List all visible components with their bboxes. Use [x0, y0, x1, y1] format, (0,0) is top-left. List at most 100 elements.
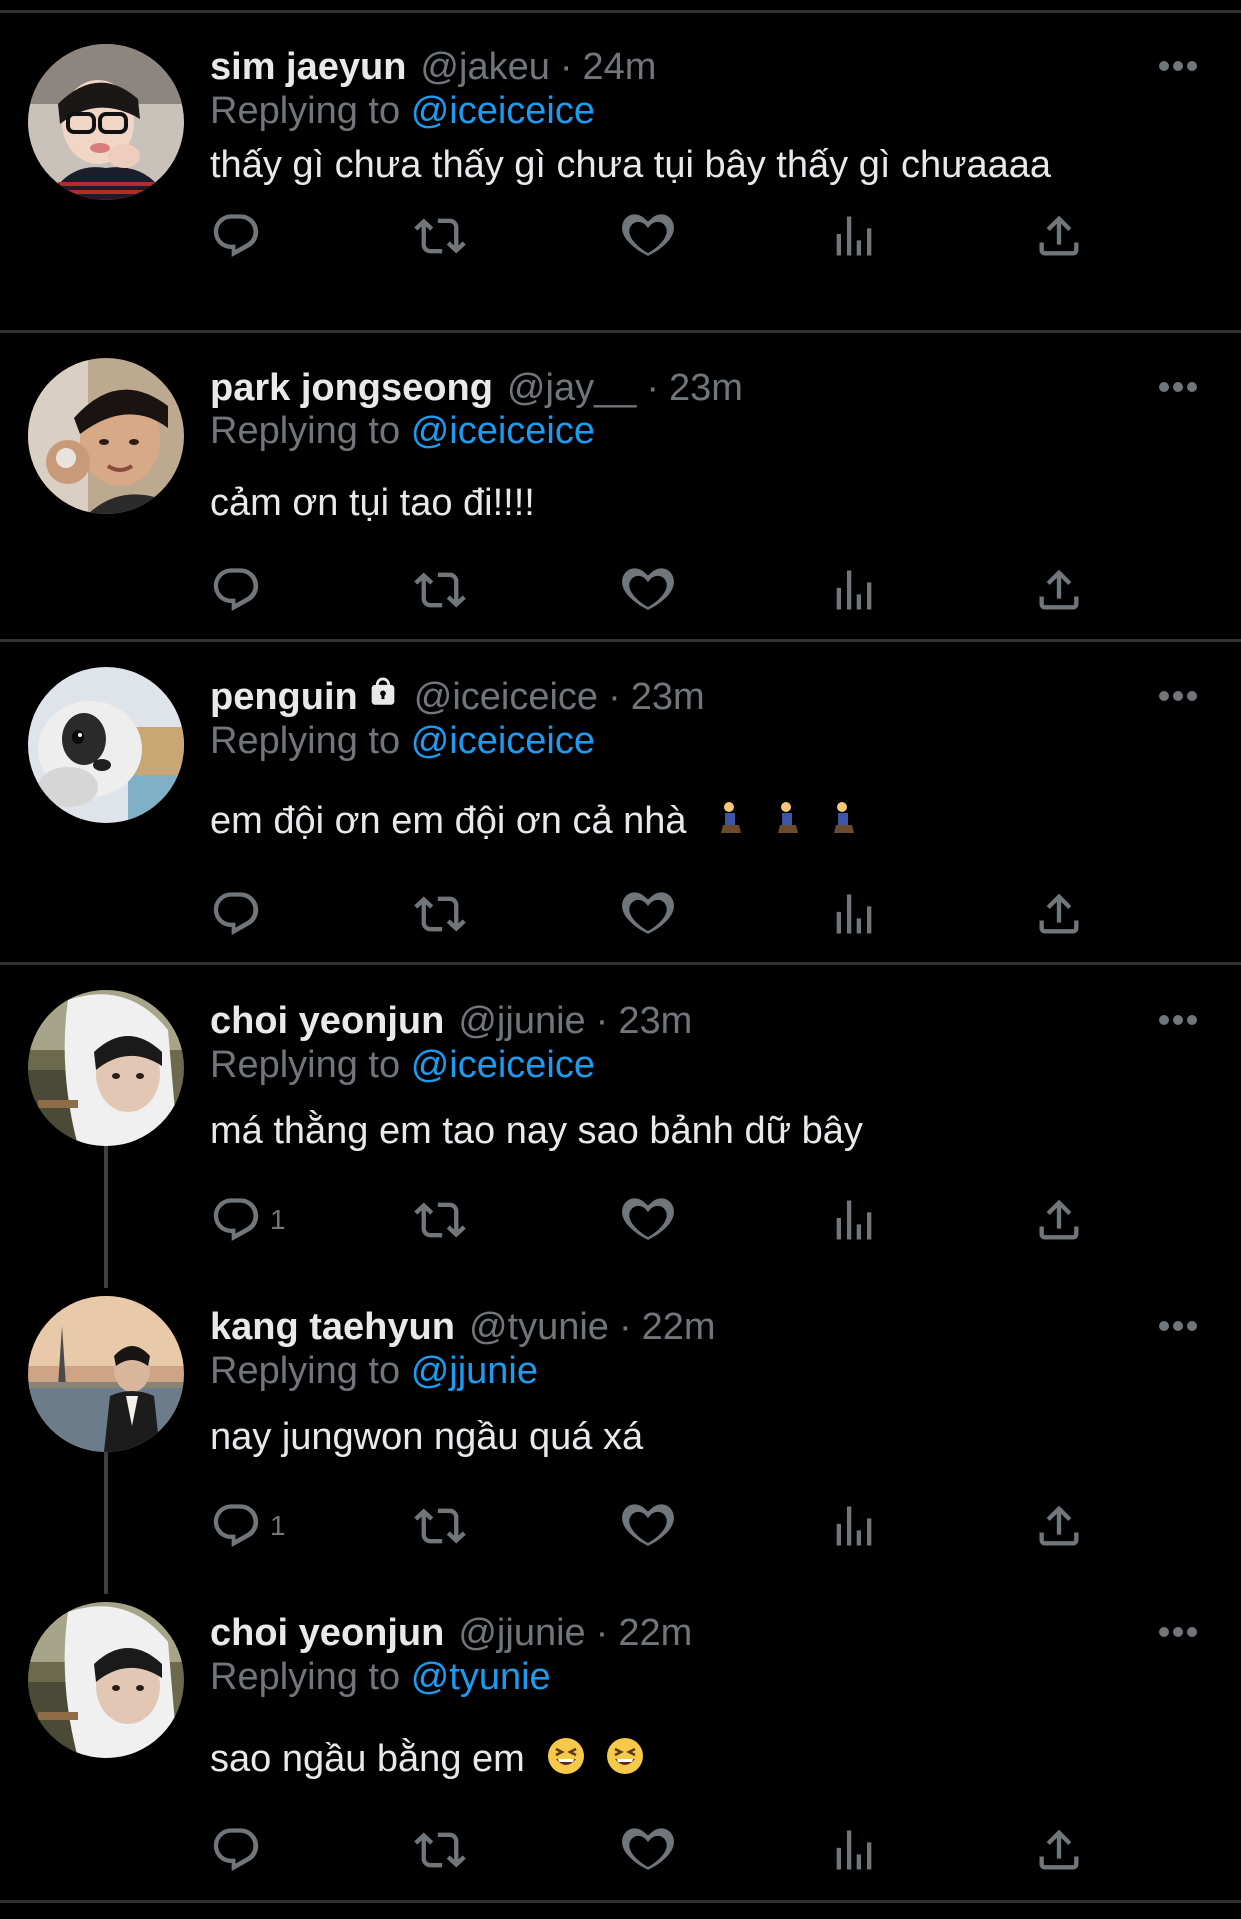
more-icon[interactable] [1156, 1318, 1200, 1334]
user-handle[interactable]: @jjunie [458, 1612, 585, 1655]
reply-button[interactable] [210, 562, 270, 618]
user-handle[interactable]: @iceiceice [414, 676, 598, 719]
mention-link[interactable]: @tyunie [411, 1656, 551, 1698]
share-button[interactable] [1033, 562, 1085, 618]
reply-button[interactable]: 1 [210, 1498, 286, 1554]
tweet-header: sim jaeyun @jakeu · 24m [210, 43, 656, 91]
like-button[interactable] [622, 1498, 674, 1554]
avatar[interactable] [28, 1296, 184, 1452]
laughing-face-emoji [606, 1737, 644, 1785]
share-icon [1033, 1194, 1085, 1246]
like-icon [622, 1194, 674, 1246]
avatar[interactable] [28, 44, 184, 200]
reply-icon [210, 1194, 262, 1246]
retweet-icon [414, 1824, 466, 1876]
like-button[interactable] [622, 208, 674, 264]
reply-count: 1 [270, 1510, 286, 1541]
more-icon[interactable] [1156, 379, 1200, 395]
views-button[interactable] [828, 1498, 880, 1554]
display-name[interactable]: kang taehyun [210, 1306, 455, 1349]
tweet-header: choi yeonjun @jjunie · 22m [210, 1609, 692, 1657]
replying-to: Replying to @jjunie [210, 1350, 538, 1393]
more-icon[interactable] [1156, 1012, 1200, 1028]
replying-to-label: Replying to [210, 90, 401, 132]
retweet-icon [414, 888, 466, 940]
retweet-button[interactable] [414, 208, 466, 264]
like-icon [622, 210, 674, 262]
more-icon[interactable] [1156, 688, 1200, 704]
like-button[interactable] [622, 562, 674, 618]
display-name[interactable]: penguin [210, 676, 358, 719]
display-name[interactable]: sim jaeyun [210, 46, 406, 89]
user-handle[interactable]: @jjunie [458, 1000, 585, 1043]
mention-link[interactable]: @iceiceice [411, 720, 595, 762]
views-icon [828, 210, 880, 262]
reply-button[interactable] [210, 1822, 270, 1878]
user-handle[interactable]: @jakeu [420, 46, 549, 89]
share-button[interactable] [1033, 886, 1085, 942]
views-button[interactable] [828, 886, 880, 942]
mention-link[interactable]: @iceiceice [411, 1044, 595, 1086]
reply-button[interactable]: 1 [210, 1192, 286, 1248]
display-name[interactable]: choi yeonjun [210, 1612, 444, 1655]
like-button[interactable] [622, 1192, 674, 1248]
retweet-icon [414, 1500, 466, 1552]
display-name[interactable]: park jongseong [210, 367, 493, 410]
share-button[interactable] [1033, 1822, 1085, 1878]
views-button[interactable] [828, 1192, 880, 1248]
more-icon[interactable] [1156, 1624, 1200, 1640]
action-bar [0, 886, 1241, 946]
share-button[interactable] [1033, 208, 1085, 264]
retweet-button[interactable] [414, 886, 466, 942]
reply-icon [210, 1500, 262, 1552]
timestamp[interactable]: 22m [642, 1306, 716, 1349]
tweet-divider [0, 962, 1241, 965]
timestamp[interactable]: 22m [618, 1612, 692, 1655]
mention-link[interactable]: @jjunie [411, 1350, 538, 1392]
retweet-button[interactable] [414, 1822, 466, 1878]
replying-to: Replying to @iceiceice [210, 90, 595, 133]
avatar[interactable] [28, 1602, 184, 1758]
like-button[interactable] [622, 1822, 674, 1878]
retweet-icon [414, 210, 466, 262]
views-button[interactable] [828, 1822, 880, 1878]
mention-link[interactable]: @iceiceice [411, 410, 595, 452]
timestamp[interactable]: 23m [631, 676, 705, 719]
replying-to: Replying to @iceiceice [210, 1044, 595, 1087]
reply-button[interactable] [210, 886, 270, 942]
views-button[interactable] [828, 562, 880, 618]
share-button[interactable] [1033, 1192, 1085, 1248]
tweet-text-line: em đội ơn em đội ơn cả nhà [210, 800, 858, 845]
retweet-button[interactable] [414, 1498, 466, 1554]
views-icon [828, 1500, 880, 1552]
like-button[interactable] [622, 886, 674, 942]
replying-to: Replying to @iceiceice [210, 720, 595, 763]
more-icon[interactable] [1156, 58, 1200, 74]
action-bar [0, 208, 1241, 268]
share-icon [1033, 210, 1085, 262]
timestamp[interactable]: 23m [618, 1000, 692, 1043]
action-bar [0, 1822, 1241, 1882]
lock-icon [366, 675, 400, 719]
user-handle[interactable]: @jay__ [507, 367, 636, 410]
timestamp[interactable]: 23m [669, 367, 743, 410]
avatar[interactable] [28, 358, 184, 514]
share-button[interactable] [1033, 1498, 1085, 1554]
like-icon [622, 564, 674, 616]
avatar[interactable] [28, 667, 184, 823]
tweet-header: penguin @iceiceice · 23m [210, 673, 705, 721]
replying-to-label: Replying to [210, 1656, 401, 1698]
like-icon [622, 888, 674, 940]
user-handle[interactable]: @tyunie [469, 1306, 609, 1349]
retweet-button[interactable] [414, 1192, 466, 1248]
tweet-divider [0, 330, 1241, 333]
views-button[interactable] [828, 208, 880, 264]
timestamp[interactable]: 24m [583, 46, 657, 89]
reply-button[interactable] [210, 208, 270, 264]
views-icon [828, 1194, 880, 1246]
avatar[interactable] [28, 990, 184, 1146]
retweet-button[interactable] [414, 562, 466, 618]
display-name[interactable]: choi yeonjun [210, 1000, 444, 1043]
tweet-header: choi yeonjun @jjunie · 23m [210, 997, 692, 1045]
mention-link[interactable]: @iceiceice [411, 90, 595, 132]
